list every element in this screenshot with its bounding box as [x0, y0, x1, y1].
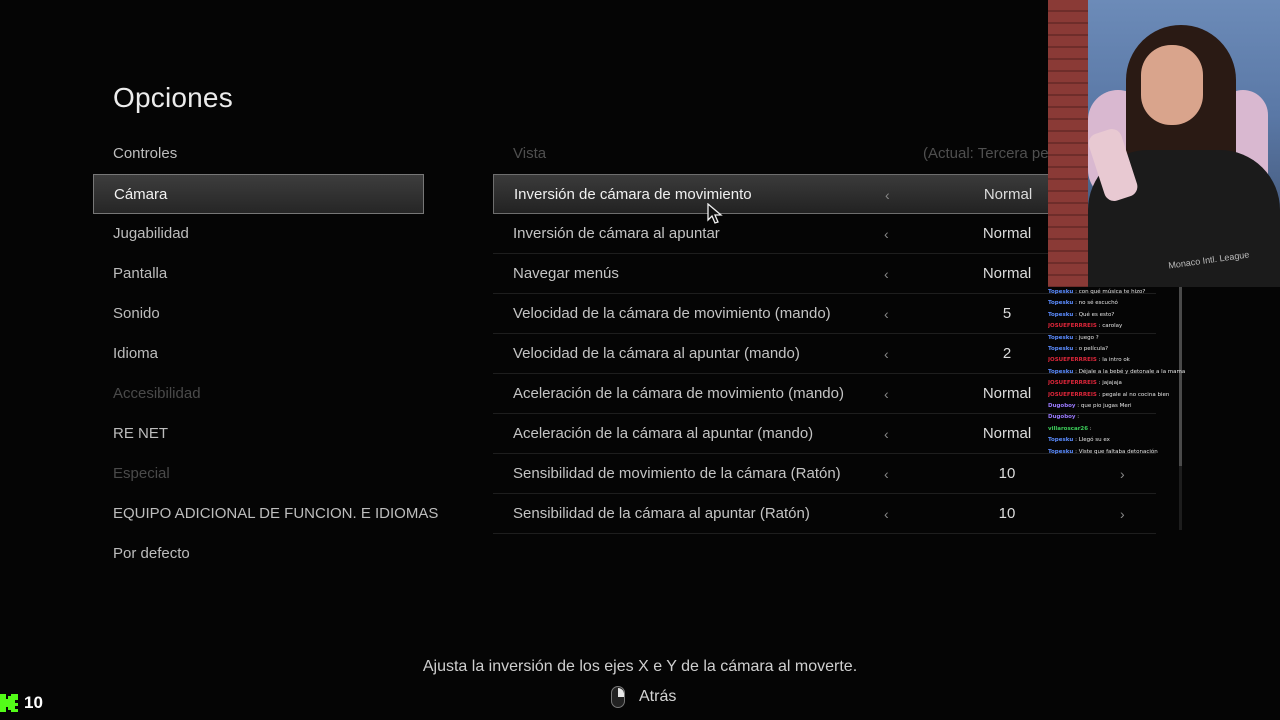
chat-username: Dugoboy [1048, 414, 1076, 421]
setting-label: Velocidad de la cámara al apuntar (mando… [513, 345, 800, 362]
chat-text: Qué es esto? [1078, 311, 1115, 318]
back-label: Atrás [639, 688, 677, 705]
setting-value: 10 [998, 505, 1016, 522]
chat-message: Topesku : o película? [1048, 344, 1198, 355]
chat-username: Topesku [1048, 300, 1074, 307]
chevron-left-icon[interactable]: ‹ [884, 254, 889, 294]
chat-username: Topesku [1048, 289, 1074, 295]
chat-message: Topesku : juego ? [1048, 333, 1198, 344]
setting-label: Sensibilidad de movimiento de la cámara … [513, 465, 841, 482]
menu-item-especial: Especial [113, 465, 170, 482]
mouse-cursor-icon [707, 203, 723, 224]
kick-viewer-counter: 10 [0, 692, 43, 714]
chat-username: Topesku [1048, 334, 1074, 341]
chat-message: JOSUEFERRREIS : pegale al no cocina bien [1048, 390, 1198, 401]
viewer-count: 10 [24, 693, 43, 712]
chat-separator: : [1075, 414, 1080, 421]
chat-text: carolay [1102, 323, 1123, 330]
chat-message: Topesku : con qué música te hizo? [1048, 287, 1198, 298]
menu-item-sonido[interactable]: Sonido [93, 294, 424, 334]
chat-message: Topesku : Viste que faltaba detonación [1048, 447, 1198, 458]
setting-label: Aceleración de la cámara de movimiento (… [513, 385, 844, 402]
menu-item-idioma[interactable]: Idioma [93, 334, 424, 374]
menu-item-equipo-adicional[interactable]: EQUIPO ADICIONAL DE FUNCION. E IDIOMAS [93, 494, 438, 534]
chat-text: que pio jugas Meri [1080, 403, 1132, 410]
chevron-left-icon[interactable]: ‹ [884, 334, 889, 374]
chat-text: con qué música te hizo? [1078, 289, 1146, 295]
menu-item-pantalla[interactable]: Pantalla [93, 254, 424, 294]
chat-text: o película? [1078, 346, 1109, 353]
chevron-left-icon[interactable]: ‹ [884, 294, 889, 334]
chat-message: Topesku : Llegó su ex [1048, 435, 1198, 446]
setting-row[interactable]: Sensibilidad de movimiento de la cámara … [493, 454, 1156, 494]
chat-text: Viste que faltaba detonación [1078, 448, 1158, 455]
chat-username: Dugoboy [1048, 403, 1076, 410]
setting-label: Sensibilidad de la cámara al apuntar (Ra… [513, 505, 810, 522]
chat-separator: : [1088, 425, 1092, 432]
chat-text: la intro ok [1102, 357, 1130, 364]
chat-username: Topesku [1048, 368, 1074, 375]
chevron-left-icon[interactable]: ‹ [884, 414, 889, 454]
chat-message: Dugoboy : [1048, 412, 1198, 423]
menu-item-controles[interactable]: Controles [93, 134, 424, 174]
setting-label: Navegar menús [513, 265, 619, 282]
mouse-right-click-icon [611, 686, 625, 708]
chat-username: JOSUEFERRREIS [1048, 380, 1097, 387]
webcam-overlay: Monaco Intl. League [1048, 0, 1280, 287]
chat-text: jajajaja [1102, 380, 1122, 387]
chevron-left-icon[interactable]: ‹ [884, 374, 889, 414]
chat-message: Topesku : Déjale a la bebé y detonale a … [1048, 367, 1198, 378]
chat-username: villaroscar26 [1048, 425, 1089, 432]
setting-label: Aceleración de la cámara al apuntar (man… [513, 425, 814, 442]
help-text: Ajusta la inversión de los ejes X e Y de… [422, 658, 858, 675]
brick-wall [1048, 0, 1088, 287]
chat-message: JOSUEFERRREIS : carolay [1048, 321, 1198, 332]
chat-message: JOSUEFERRREIS : jajajaja [1048, 378, 1198, 389]
chevron-left-icon[interactable]: ‹ [884, 494, 889, 534]
streamer-face [1141, 45, 1203, 125]
menu-item-por-defecto[interactable]: Por defecto [93, 534, 424, 574]
back-button[interactable]: Atrás [611, 685, 676, 709]
chat-username: Topesku [1048, 437, 1074, 444]
setting-value: 10 [998, 465, 1016, 482]
chat-username: Topesku [1048, 346, 1074, 353]
chat-text: Déjale a la bebé y detonale a la mama [1078, 368, 1186, 375]
chat-text: no sé escuchó [1078, 300, 1118, 307]
chat-message: villaroscar26 : [1048, 424, 1198, 435]
chat-username: Topesku [1048, 311, 1074, 318]
chat-message: Topesku : no sé escuchó [1048, 298, 1198, 309]
page-title: Opciones [113, 82, 233, 113]
chat-text: juego ? [1078, 334, 1099, 341]
menu-item-accesibilidad: Accesibilidad [113, 385, 201, 402]
chevron-left-icon[interactable]: ‹ [884, 454, 889, 494]
options-menu: Controles Cámara Jugabilidad Pantalla So… [93, 134, 438, 574]
setting-label: Vista [513, 145, 547, 162]
chat-username: Topesku [1048, 448, 1074, 455]
menu-item-re-net[interactable]: RE NET [93, 414, 424, 454]
stream-chat: Topesku : con qué música te hizo? Topesku… [1048, 287, 1198, 458]
chat-username: JOSUEFERRREIS [1048, 357, 1097, 364]
chevron-left-icon[interactable]: ‹ [884, 214, 889, 254]
chevron-left-icon[interactable]: ‹ [885, 175, 890, 215]
setting-label: Inversión de cámara al apuntar [513, 225, 720, 242]
menu-item-camara[interactable]: Cámara [93, 174, 424, 214]
chat-text: pegale al no cocina bien [1102, 391, 1170, 398]
chat-text: Llegó su ex [1078, 437, 1110, 444]
chat-message: Topesku : Qué es esto? [1048, 310, 1198, 321]
kick-logo-icon [0, 694, 18, 712]
chat-message: Dugoboy : que pio jugas Meri [1048, 401, 1198, 412]
chat-username: JOSUEFERRREIS [1048, 391, 1097, 398]
chat-message: JOSUEFERRREIS : la intro ok [1048, 355, 1198, 366]
chevron-right-icon[interactable]: › [1120, 494, 1125, 534]
setting-row[interactable]: Sensibilidad de la cámara al apuntar (Ra… [493, 494, 1156, 534]
chat-username: JOSUEFERRREIS [1048, 323, 1097, 330]
setting-label: Velocidad de la cámara de movimiento (ma… [513, 305, 831, 322]
menu-item-jugabilidad[interactable]: Jugabilidad [93, 214, 424, 254]
chevron-right-icon[interactable]: › [1120, 454, 1125, 494]
